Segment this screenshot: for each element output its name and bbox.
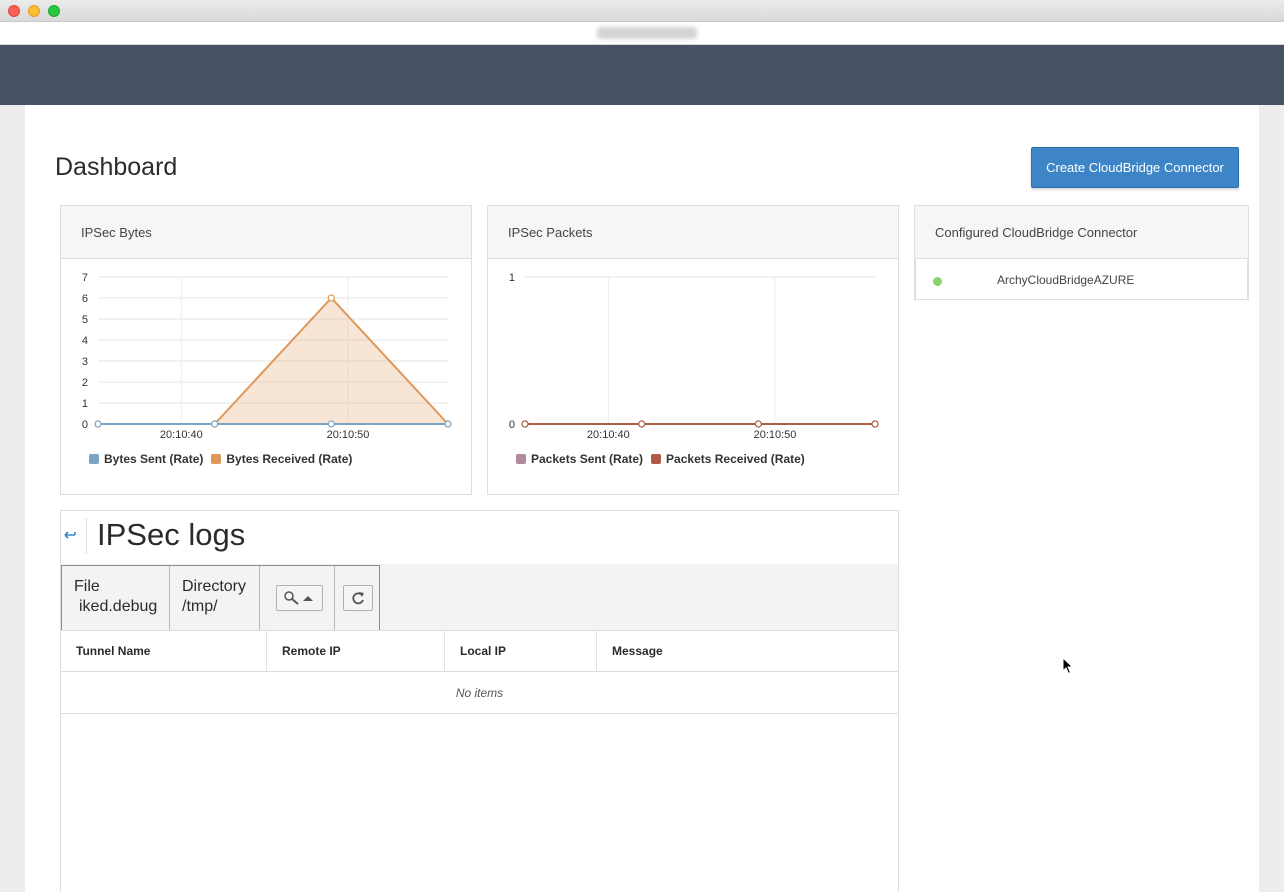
- legend-label: Packets Sent (Rate): [531, 452, 644, 466]
- column-header-message[interactable]: Message: [597, 631, 898, 672]
- y-tick-label: 1: [82, 398, 88, 410]
- panel-title: IPSec Packets: [508, 225, 593, 240]
- x-tick-label: 20:10:40: [160, 429, 203, 441]
- data-point: [871, 420, 879, 428]
- data-point: [94, 420, 102, 428]
- directory-label: Directory: [182, 578, 247, 595]
- search-icon: [284, 591, 313, 605]
- x-tick-label: 20:10:40: [587, 429, 630, 441]
- panel-title: IPSec Bytes: [81, 225, 152, 240]
- ipsec-bytes-panel: IPSec Bytes 0 1 2 3 4 5 6 7 20:10:40 20:10:50 Byt…: [60, 205, 472, 495]
- legend-swatch: [651, 454, 662, 464]
- y-tick-label: 4: [82, 335, 88, 347]
- y-tick-label: 0: [82, 419, 88, 431]
- configured-connector-panel: Configured CloudBridge Connector ArchyCl…: [914, 205, 1249, 301]
- x-tick-label: 20:10:50: [754, 429, 797, 441]
- y-tick-label: 6: [82, 293, 88, 305]
- blurred-url: [597, 27, 697, 39]
- column-header-remote-ip[interactable]: Remote IP: [267, 631, 445, 672]
- page-title: Dashboard: [55, 153, 178, 181]
- data-point: [754, 420, 762, 428]
- app-header: [0, 45, 1284, 105]
- divider: [86, 518, 87, 554]
- x-tick-label: 20:10:50: [327, 429, 370, 441]
- address-bar[interactable]: [0, 22, 1284, 45]
- data-point: [444, 420, 452, 428]
- chart-legend: Bytes Sent (Rate) Bytes Received (Rate): [89, 452, 352, 466]
- legend-label: Packets Received (Rate): [666, 452, 805, 466]
- panel-header: Configured CloudBridge Connector: [915, 206, 1248, 259]
- legend-item[interactable]: Bytes Received (Rate): [211, 452, 352, 466]
- y-tick-label: 2: [82, 377, 88, 389]
- refresh-icon: [352, 592, 364, 605]
- search-cell: [260, 566, 335, 630]
- legend-swatch: [211, 454, 222, 464]
- status-dot-icon: [933, 277, 942, 286]
- refresh-button[interactable]: [343, 585, 373, 611]
- panel-header: IPSec Bytes: [61, 206, 471, 259]
- file-label: File: [74, 578, 100, 595]
- file-value: iked.debug: [79, 598, 158, 615]
- legend-item[interactable]: Packets Received (Rate): [651, 452, 805, 466]
- data-point: [211, 420, 219, 428]
- filter-bar: File iked.debug Directory /tmp/: [61, 564, 898, 631]
- column-header-tunnel-name[interactable]: Tunnel Name: [61, 631, 267, 672]
- data-point: [327, 294, 335, 302]
- y-tick-label: 0: [509, 419, 515, 431]
- mouse-cursor-icon: [1062, 657, 1074, 675]
- minimize-window-icon[interactable]: [28, 5, 40, 17]
- ipsec-logs-panel: IPSec logs File iked.debug Directory /tm…: [60, 510, 899, 892]
- legend-swatch: [516, 454, 526, 464]
- legend-label: Bytes Received (Rate): [226, 452, 353, 466]
- legend-swatch: [89, 454, 99, 464]
- logs-title: IPSec logs: [97, 517, 246, 552]
- legend-item[interactable]: Packets Sent (Rate): [516, 452, 643, 466]
- empty-table-message: No items: [61, 672, 898, 714]
- logs-table: Tunnel Name Remote IP Local IP Message N…: [61, 630, 898, 714]
- table-header: Tunnel Name Remote IP Local IP Message: [61, 630, 898, 672]
- data-point: [327, 420, 335, 428]
- chart-legend: Packets Sent (Rate) Packets Received (Ra…: [516, 452, 805, 466]
- panel-title: Configured CloudBridge Connector: [935, 225, 1138, 240]
- close-window-icon[interactable]: [8, 5, 20, 17]
- y-tick-label: 1: [509, 272, 515, 284]
- legend-item[interactable]: Bytes Sent (Rate): [89, 452, 203, 466]
- connector-name[interactable]: ArchyCloudBridgeAZURE: [997, 273, 1134, 287]
- filter-box: File iked.debug Directory /tmp/: [61, 565, 380, 631]
- window-titlebar: [0, 0, 1284, 22]
- search-toggle-button[interactable]: [276, 585, 323, 611]
- panel-header: IPSec Packets: [488, 206, 898, 259]
- file-filter[interactable]: File iked.debug: [62, 566, 170, 630]
- legend-label: Bytes Sent (Rate): [104, 452, 204, 466]
- data-point: [638, 420, 646, 428]
- column-header-local-ip[interactable]: Local IP: [445, 631, 597, 672]
- bytes-chart: 0 1 2 3 4 5 6 7 20:10:40 20:10:50: [82, 272, 452, 441]
- maximize-window-icon[interactable]: [48, 5, 60, 17]
- directory-value: /tmp/: [182, 598, 218, 615]
- y-tick-label: 5: [82, 314, 88, 326]
- ipsec-packets-panel: IPSec Packets 0 1 20:10:40 20:10:50 Packets…: [487, 205, 899, 495]
- browser-window: Dashboard Create CloudBridge Connector I…: [0, 0, 1284, 892]
- packets-chart: 0 1 20:10:40 20:10:50: [509, 272, 879, 441]
- back-arrow-icon[interactable]: [63, 528, 77, 542]
- main-content: Dashboard Create CloudBridge Connector I…: [25, 105, 1259, 892]
- create-connector-button[interactable]: Create CloudBridge Connector: [1031, 147, 1239, 188]
- y-tick-label: 7: [82, 272, 88, 284]
- connector-row[interactable]: ArchyCloudBridgeAZURE: [915, 259, 1248, 300]
- data-point: [521, 420, 529, 428]
- y-tick-label: 3: [82, 356, 88, 368]
- refresh-cell: [335, 566, 379, 630]
- directory-filter[interactable]: Directory /tmp/: [170, 566, 260, 630]
